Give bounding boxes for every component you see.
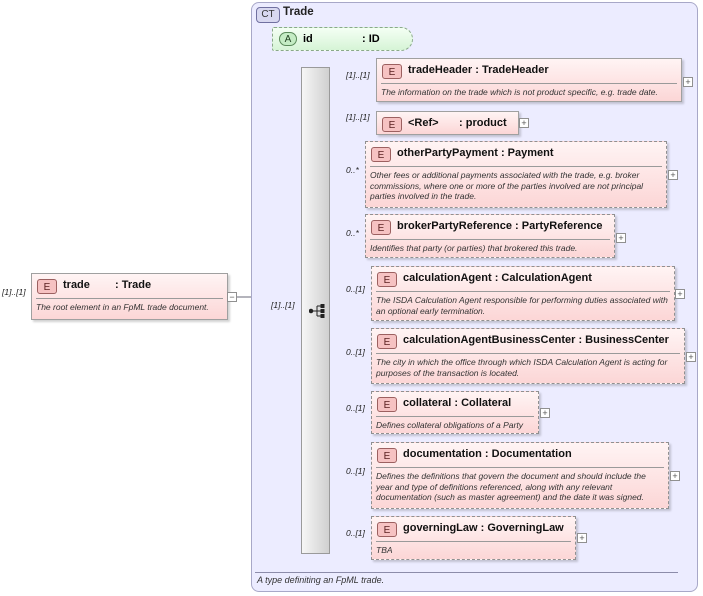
- element-name: trade: [63, 279, 90, 291]
- cardinality-governing-law: 0..[1]: [346, 528, 365, 538]
- element-type: : Trade: [115, 279, 152, 291]
- element-separator: [376, 353, 680, 354]
- element-name: otherPartyPayment : Payment: [397, 147, 554, 159]
- element-name: brokerPartyReference : PartyReference: [397, 220, 603, 232]
- element-description: The information on the trade which is no…: [381, 87, 658, 97]
- expand-toggle[interactable]: +: [577, 533, 587, 543]
- element-badge: E: [371, 147, 391, 162]
- expand-toggle[interactable]: +: [686, 352, 696, 362]
- element-separator: [370, 166, 662, 167]
- element-description: Defines the definitions that govern the …: [376, 471, 646, 502]
- element-separator: [376, 541, 571, 542]
- complex-type-separator: [255, 572, 678, 573]
- expand-toggle[interactable]: +: [519, 118, 529, 128]
- cardinality-trade-header: [1]..[1]: [346, 70, 370, 80]
- attribute-name: id: [303, 33, 313, 45]
- expand-toggle[interactable]: +: [668, 170, 678, 180]
- complex-type-description: A type definiting an FpML trade.: [257, 575, 385, 585]
- element-separator: [376, 467, 664, 468]
- element-collateral[interactable]: E collateral : Collateral Defines collat…: [371, 391, 539, 434]
- cardinality-calculation-agent-business-center: 0..[1]: [346, 347, 365, 357]
- element-badge: E: [377, 272, 397, 287]
- element-calculation-agent[interactable]: E calculationAgent : CalculationAgent Th…: [371, 266, 675, 321]
- complex-type-name: Trade: [283, 6, 314, 18]
- collapse-toggle[interactable]: −: [227, 292, 237, 302]
- expand-toggle[interactable]: +: [540, 408, 550, 418]
- element-separator: [370, 239, 610, 240]
- element-name: <Ref>: [408, 117, 439, 129]
- expand-toggle[interactable]: +: [616, 233, 626, 243]
- element-badge: E: [377, 448, 397, 463]
- cardinality-calculation-agent: 0..[1]: [346, 284, 365, 294]
- element-description: The ISDA Calculation Agent responsible f…: [376, 295, 668, 316]
- cardinality-product: [1]..[1]: [346, 112, 370, 122]
- element-badge: E: [37, 279, 57, 294]
- element-governing-law[interactable]: E governingLaw : GoverningLaw TBA: [371, 516, 576, 560]
- complex-type-badge: CT: [256, 7, 280, 23]
- element-description: The root element in an FpML trade docume…: [36, 302, 209, 312]
- cardinality-documentation: 0..[1]: [346, 466, 365, 476]
- attribute-badge: A: [279, 32, 297, 46]
- element-description: TBA: [376, 545, 393, 555]
- expand-toggle[interactable]: +: [675, 289, 685, 299]
- attribute-type: : ID: [362, 33, 380, 45]
- expand-toggle[interactable]: +: [683, 77, 693, 87]
- cardinality-other-party-payment: 0..*: [346, 165, 359, 175]
- element-separator: [381, 83, 677, 84]
- element-description: Identifies that party (or parties) that …: [370, 243, 578, 253]
- element-badge: E: [382, 64, 402, 79]
- element-description: Defines collateral obligations of a Part…: [376, 420, 523, 430]
- element-name: tradeHeader : TradeHeader: [408, 64, 549, 76]
- element-badge: E: [382, 117, 402, 132]
- cardinality-broker-party-reference: 0..*: [346, 228, 359, 238]
- element-name: calculationAgent : CalculationAgent: [403, 272, 592, 284]
- expand-toggle[interactable]: +: [670, 471, 680, 481]
- element-description: The city in which the office through whi…: [376, 357, 668, 378]
- element-badge: E: [377, 397, 397, 412]
- element-badge: E: [377, 334, 397, 349]
- element-name: governingLaw : GoverningLaw: [403, 522, 564, 534]
- element-separator: [376, 416, 534, 417]
- sequence-icon: [309, 304, 325, 318]
- root-cardinality: [1]..[1]: [2, 287, 26, 297]
- element-badge: E: [377, 522, 397, 537]
- cardinality-collateral: 0..[1]: [346, 403, 365, 413]
- element-calculation-agent-business-center[interactable]: E calculationAgentBusinessCenter : Busin…: [371, 328, 685, 384]
- element-separator: [376, 291, 670, 292]
- element-name: documentation : Documentation: [403, 448, 572, 460]
- element-broker-party-reference[interactable]: E brokerPartyReference : PartyReference …: [365, 214, 615, 258]
- element-documentation[interactable]: E documentation : Documentation Defines …: [371, 442, 669, 509]
- element-separator: [36, 298, 223, 299]
- element-description: Other fees or additional payments associ…: [370, 170, 644, 201]
- element-type: : product: [459, 117, 507, 129]
- attribute-id[interactable]: A id : ID: [272, 27, 413, 51]
- element-name: calculationAgentBusinessCenter : Busines…: [403, 334, 669, 346]
- element-other-party-payment[interactable]: E otherPartyPayment : Payment Other fees…: [365, 141, 667, 208]
- element-name: collateral : Collateral: [403, 397, 512, 409]
- root-element-trade[interactable]: E trade : Trade The root element in an F…: [31, 273, 228, 320]
- element-product-ref[interactable]: E <Ref> : product: [376, 111, 519, 135]
- element-trade-header[interactable]: E tradeHeader : TradeHeader The informat…: [376, 58, 682, 102]
- element-badge: E: [371, 220, 391, 235]
- sequence-cardinality: [1]..[1]: [271, 300, 295, 310]
